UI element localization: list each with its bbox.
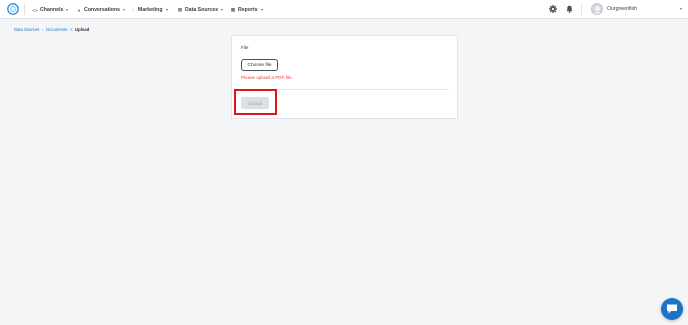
database-icon: ▤ xyxy=(177,7,183,12)
nav-item-conversations[interactable]: ● Conversations xyxy=(76,5,126,15)
nav-divider xyxy=(24,4,25,15)
user-name[interactable]: Ourgreenfish xyxy=(607,6,637,12)
chat-bubble-icon xyxy=(667,304,677,314)
chevron-down-icon xyxy=(66,9,69,11)
chevron-down-icon xyxy=(165,9,168,11)
app-logo-icon[interactable] xyxy=(7,3,19,15)
chevron-down-icon xyxy=(221,9,224,11)
breadcrumb-separator: > xyxy=(69,27,73,32)
chat-widget-button[interactable] xyxy=(661,298,683,320)
nav-label: Reports xyxy=(238,7,258,13)
avatar-head xyxy=(595,6,600,11)
nav-label: Marketing xyxy=(138,7,163,13)
nav-item-marketing[interactable]: ↑ Marketing xyxy=(130,5,168,15)
chevron-down-icon xyxy=(260,9,263,11)
error-message: Please upload a PDF file. xyxy=(241,75,293,80)
file-label: File xyxy=(241,45,249,50)
bar-chart-icon: ▩ xyxy=(230,7,236,12)
user-avatar[interactable] xyxy=(591,3,603,15)
upload-form-card: File Choose file Please upload a PDF fil… xyxy=(231,35,458,119)
chevron-down-icon[interactable] xyxy=(680,8,682,10)
nav-label: Data Sources xyxy=(185,7,219,13)
nav-item-reports[interactable]: ▩ Reports xyxy=(230,5,263,15)
nav-item-data-sources[interactable]: ▤ Data Sources xyxy=(177,5,224,15)
upload-button[interactable]: Upload xyxy=(241,97,269,109)
settings-gear-icon[interactable] xyxy=(549,5,557,13)
breadcrumb: Data Sources - Documents > Upload xyxy=(14,27,89,32)
breadcrumb-current: Upload xyxy=(75,27,90,32)
chevron-down-icon xyxy=(123,9,126,11)
megaphone-icon: ↑ xyxy=(131,7,135,13)
channels-icon: <> xyxy=(32,7,38,13)
nav-label: Channels xyxy=(40,7,64,13)
notification-bell-icon[interactable] xyxy=(566,5,573,13)
choose-file-button[interactable]: Choose file xyxy=(241,59,278,71)
breadcrumb-link-documents[interactable]: Documents xyxy=(46,27,67,32)
breadcrumb-link-data-sources[interactable]: Data Sources xyxy=(14,27,39,32)
nav-item-channels[interactable]: <> Channels xyxy=(32,5,69,15)
top-navigation-bar: <> Channels ● Conversations ↑ Marketing … xyxy=(0,0,688,19)
nav-divider xyxy=(581,4,582,15)
nav-label: Conversations xyxy=(84,7,121,13)
avatar-body xyxy=(593,11,602,14)
breadcrumb-separator: - xyxy=(42,27,44,32)
chat-bubbles-icon: ● xyxy=(77,7,81,13)
